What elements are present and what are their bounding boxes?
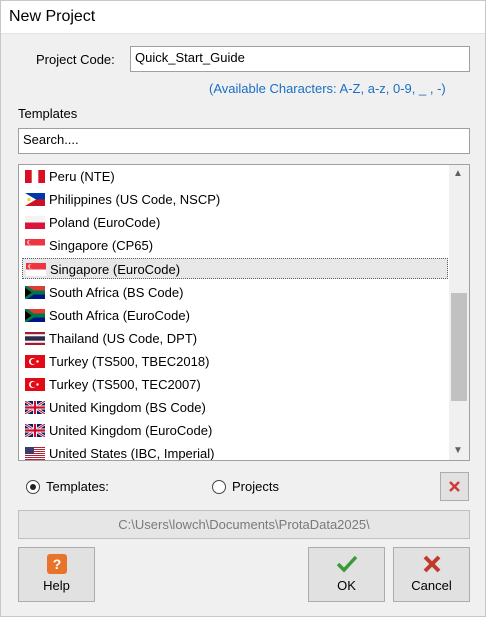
- help-button[interactable]: ? Help: [18, 547, 95, 602]
- scroll-up-icon[interactable]: ▲: [453, 168, 463, 179]
- template-item-label: Thailand (US Code, DPT): [49, 330, 198, 346]
- flag-turkey-icon: [25, 354, 45, 368]
- ok-label: OK: [337, 578, 356, 593]
- scroll-thumb[interactable]: [451, 293, 467, 401]
- flag-singapore-icon: [26, 263, 46, 277]
- cancel-button[interactable]: Cancel: [393, 547, 470, 602]
- template-list-item[interactable]: United States (IBC, Imperial): [22, 443, 448, 461]
- template-list-item[interactable]: Turkey (TS500, TEC2007): [22, 374, 448, 395]
- flag-poland-icon: [25, 216, 45, 230]
- templates-radio[interactable]: [26, 480, 40, 494]
- template-search-input[interactable]: Search....: [18, 128, 470, 154]
- template-list-item[interactable]: Singapore (EuroCode): [22, 258, 448, 280]
- svg-text:?: ?: [53, 556, 62, 572]
- ok-button[interactable]: OK: [308, 547, 385, 602]
- template-item-label: Poland (EuroCode): [49, 215, 161, 231]
- template-list-item[interactable]: Thailand (US Code, DPT): [22, 328, 448, 349]
- projects-radio[interactable]: [212, 480, 226, 494]
- help-icon: ?: [47, 554, 67, 574]
- template-list-item[interactable]: Philippines (US Code, NSCP): [22, 189, 448, 210]
- flag-thailand-icon: [25, 331, 45, 345]
- projects-radio-label: Projects: [232, 479, 279, 494]
- flag-turkey-icon: [25, 377, 45, 391]
- flag-peru-icon: [25, 170, 45, 183]
- checkmark-icon: [336, 555, 358, 573]
- templates-scrollbar[interactable]: ▲ ▼: [449, 165, 469, 460]
- templates-list[interactable]: Peru (NTE) Philippines (US Code, NSCP) Pol…: [18, 164, 470, 461]
- project-code-label: Project Code:: [36, 52, 115, 67]
- flag-uk-icon: [25, 424, 45, 438]
- template-item-label: Singapore (CP65): [49, 238, 154, 254]
- window-title: New Project: [9, 8, 96, 25]
- clear-filter-button[interactable]: [440, 472, 469, 501]
- templates-radio-label: Templates:: [46, 479, 109, 494]
- template-item-label: Singapore (EuroCode): [50, 262, 181, 278]
- red-x-icon: [449, 481, 460, 492]
- cancel-x-icon: [423, 555, 441, 573]
- template-list-item[interactable]: Turkey (TS500, TBEC2018): [22, 351, 448, 372]
- project-code-input[interactable]: Quick_Start_Guide: [130, 46, 470, 72]
- template-item-label: Turkey (TS500, TBEC2018): [49, 353, 210, 369]
- template-item-label: Philippines (US Code, NSCP): [49, 192, 221, 208]
- flag-south-africa-icon: [25, 285, 45, 299]
- templates-heading: Templates: [18, 106, 78, 121]
- template-item-label: United Kingdom (BS Code): [49, 400, 206, 415]
- template-list-item[interactable]: South Africa (BS Code): [22, 282, 448, 303]
- template-list-item[interactable]: United Kingdom (BS Code): [22, 397, 448, 418]
- cancel-label: Cancel: [411, 578, 452, 593]
- template-item-label: South Africa (EuroCode): [49, 307, 190, 323]
- flag-usa-icon: [25, 447, 45, 460]
- template-list-item[interactable]: Poland (EuroCode): [22, 212, 448, 233]
- template-list-item[interactable]: South Africa (EuroCode): [22, 305, 448, 326]
- flag-singapore-icon: [25, 239, 45, 253]
- scroll-down-icon[interactable]: ▼: [453, 445, 463, 456]
- flag-philippines-icon: [25, 193, 45, 207]
- template-item-label: Turkey (TS500, TEC2007): [49, 376, 201, 392]
- flag-uk-icon: [25, 401, 45, 414]
- help-label: Help: [43, 578, 70, 593]
- template-item-label: Peru (NTE): [49, 169, 115, 184]
- template-list-item[interactable]: Peru (NTE): [22, 166, 448, 187]
- new-project-dialog: New Project Project Code: Quick_Start_Gu…: [0, 0, 486, 617]
- template-item-label: United States (IBC, Imperial): [49, 446, 215, 461]
- template-list-item[interactable]: Singapore (CP65): [22, 235, 448, 256]
- flag-south-africa-icon: [25, 308, 45, 322]
- template-list-item[interactable]: United Kingdom (EuroCode): [22, 420, 448, 441]
- title-bar: New Project: [1, 1, 485, 34]
- available-characters-hint: (Available Characters: A-Z, a-z, 0-9, _ …: [209, 81, 446, 96]
- template-item-label: South Africa (BS Code): [49, 284, 184, 300]
- template-item-label: United Kingdom (EuroCode): [49, 423, 213, 439]
- data-path-field: C:\Users\lowch\Documents\ProtaData2025\: [18, 510, 470, 539]
